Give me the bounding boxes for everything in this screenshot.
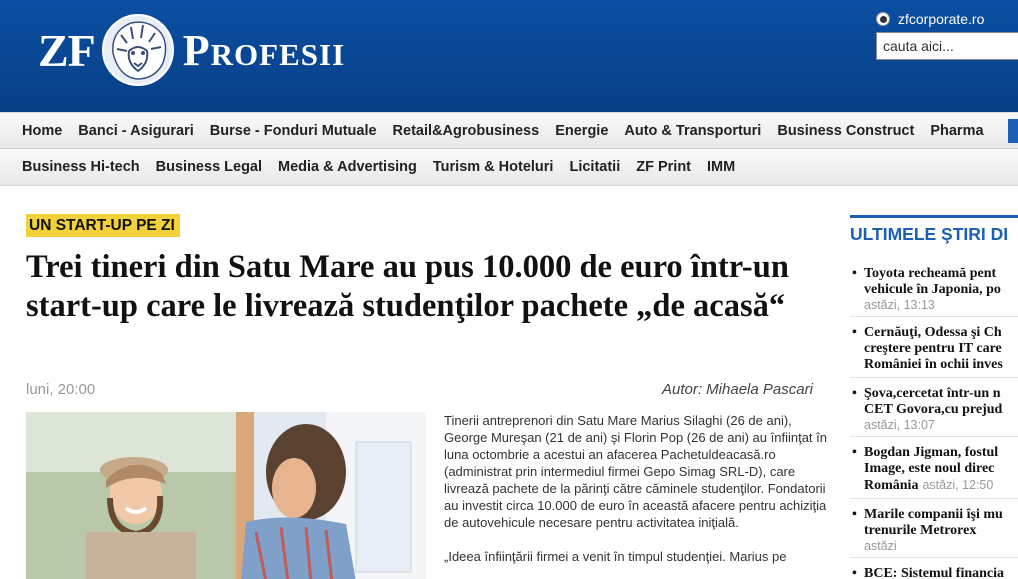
- news-title-text[interactable]: România: [864, 478, 918, 493]
- nav-secondary-item-6[interactable]: IMM: [699, 159, 743, 175]
- lion-logo-icon: [101, 14, 174, 86]
- news-title-text[interactable]: României în ochii inves: [864, 357, 1003, 372]
- photo-illustration: [26, 412, 426, 579]
- nav-secondary-item-5[interactable]: ZF Print: [628, 159, 699, 175]
- nav-secondary-item-4[interactable]: Licitatii: [561, 159, 628, 175]
- corporate-link[interactable]: zfcorporate.ro: [898, 11, 984, 27]
- nav-secondary-item-1[interactable]: Business Legal: [148, 159, 270, 175]
- logo-profesii-text: Profesii: [182, 25, 346, 75]
- site-header: ZF Profesii zfcorporate.ro: [0, 0, 1018, 112]
- news-title-line[interactable]: BCE: Sistemul financia: [850, 566, 1018, 579]
- nav-primary-item-5[interactable]: Auto & Transporturi: [616, 123, 769, 139]
- primary-nav: Home Banci - Asigurari Burse - Fonduri Mut…: [0, 112, 1018, 149]
- news-item[interactable]: Cernăuţi, Odessa şi Chcreştere pentru IT…: [850, 317, 1018, 378]
- nav-primary-item-2[interactable]: Burse - Fonduri Mutuale: [202, 123, 385, 139]
- nav-secondary-item-3[interactable]: Turism & Hoteluri: [425, 159, 562, 175]
- news-title-line[interactable]: Marile companii îşi mu: [850, 507, 1018, 523]
- nav-secondary-item-2[interactable]: Media & Advertising: [270, 159, 425, 175]
- news-title-line[interactable]: creştere pentru IT care: [850, 341, 1018, 357]
- article-author[interactable]: Autor: Mihaela Pascari: [662, 381, 813, 398]
- news-title-line[interactable]: Toyota recheamă pent: [850, 266, 1018, 282]
- article-date: luni, 20:00: [26, 381, 96, 398]
- news-title-line[interactable]: România astăzi, 12:50: [850, 477, 1018, 494]
- nav-primary-item-6[interactable]: Business Construct: [769, 123, 922, 139]
- nav-primary-item-3[interactable]: Retail&Agrobusiness: [385, 123, 548, 139]
- article-body: Tinerii antreprenori din Satu Mare Mariu…: [444, 412, 829, 579]
- news-title-line[interactable]: vehicule în Japonia, po: [850, 282, 1018, 298]
- nav-secondary-item-0[interactable]: Business Hi-tech: [14, 159, 148, 175]
- article-paragraph: „Ideea înfiinţării firmei a venit în tim…: [444, 549, 787, 564]
- news-time: astăzi, 12:50: [922, 478, 994, 492]
- nav-primary-item-0[interactable]: Home: [14, 123, 70, 139]
- news-item[interactable]: Marile companii îşi mutrenurile Metrorex…: [850, 499, 1018, 558]
- news-title-text[interactable]: CET Govora,cu prejud: [864, 402, 1002, 417]
- nav-scroll-tab[interactable]: [1008, 119, 1018, 143]
- news-title-line[interactable]: trenurile Metrorex: [850, 523, 1018, 539]
- news-item[interactable]: BCE: Sistemul financia: [850, 558, 1018, 579]
- news-title-text[interactable]: Cernăuţi, Odessa şi Ch: [864, 325, 1002, 340]
- article-paragraph: Tinerii antreprenori din Satu Mare Mariu…: [444, 413, 827, 530]
- news-title-text[interactable]: BCE: Sistemul financia: [864, 566, 1004, 579]
- search-input[interactable]: [876, 32, 1018, 60]
- logo-zf-text: ZF: [38, 24, 96, 76]
- nav-primary-item-1[interactable]: Banci - Asigurari: [70, 123, 202, 139]
- news-title-text[interactable]: Bogdan Jigman, fostul: [864, 445, 998, 460]
- news-time: astăzi, 13:07: [864, 418, 935, 432]
- news-item[interactable]: Toyota recheamă pentvehicule în Japonia,…: [850, 258, 1018, 317]
- news-title-line[interactable]: Cernăuţi, Odessa şi Ch: [850, 325, 1018, 341]
- article-kicker[interactable]: UN START-UP PE ZI: [26, 214, 180, 237]
- news-title-text[interactable]: Image, este noul direc: [864, 461, 994, 476]
- news-title-line[interactable]: României în ochii inves: [850, 357, 1018, 373]
- news-title-line[interactable]: Image, este noul direc: [850, 461, 1018, 477]
- site-logo[interactable]: ZF Profesii: [38, 10, 345, 90]
- news-title-text[interactable]: Marile companii îşi mu: [864, 507, 1003, 522]
- news-title-line[interactable]: CET Govora,cu prejud: [850, 402, 1018, 418]
- article-photo: [26, 412, 426, 579]
- news-time: astăzi: [864, 539, 897, 553]
- latest-news-title[interactable]: ULTIMELE ŞTIRI DI: [850, 215, 1018, 245]
- news-title-line[interactable]: Bogdan Jigman, fostul: [850, 445, 1018, 461]
- news-title-line[interactable]: Şova,cercetat într-un n: [850, 386, 1018, 402]
- nav-primary-item-4[interactable]: Energie: [547, 123, 616, 139]
- news-title-text[interactable]: Şova,cercetat într-un n: [864, 386, 1000, 401]
- latest-news-list: Toyota recheamă pentvehicule în Japonia,…: [850, 258, 1018, 579]
- news-item[interactable]: Şova,cercetat într-un nCET Govora,cu pre…: [850, 378, 1018, 437]
- news-title-text[interactable]: vehicule în Japonia, po: [864, 282, 1001, 297]
- secondary-nav: Business Hi-tech Business Legal Media & Ad…: [0, 149, 1018, 186]
- article-headline: Trei tineri din Satu Mare au pus 10.000 …: [26, 249, 789, 324]
- news-title-text[interactable]: trenurile Metrorex: [864, 523, 976, 538]
- news-time: astăzi, 13:13: [864, 298, 935, 312]
- radio-selected-icon[interactable]: [876, 12, 890, 26]
- nav-primary-item-7[interactable]: Pharma: [922, 123, 991, 139]
- news-item[interactable]: Bogdan Jigman, fostulImage, este noul di…: [850, 437, 1018, 499]
- corporate-radio[interactable]: zfcorporate.ro: [876, 11, 984, 27]
- news-title-text[interactable]: creştere pentru IT care: [864, 341, 1002, 356]
- news-title-text[interactable]: Toyota recheamă pent: [864, 266, 996, 281]
